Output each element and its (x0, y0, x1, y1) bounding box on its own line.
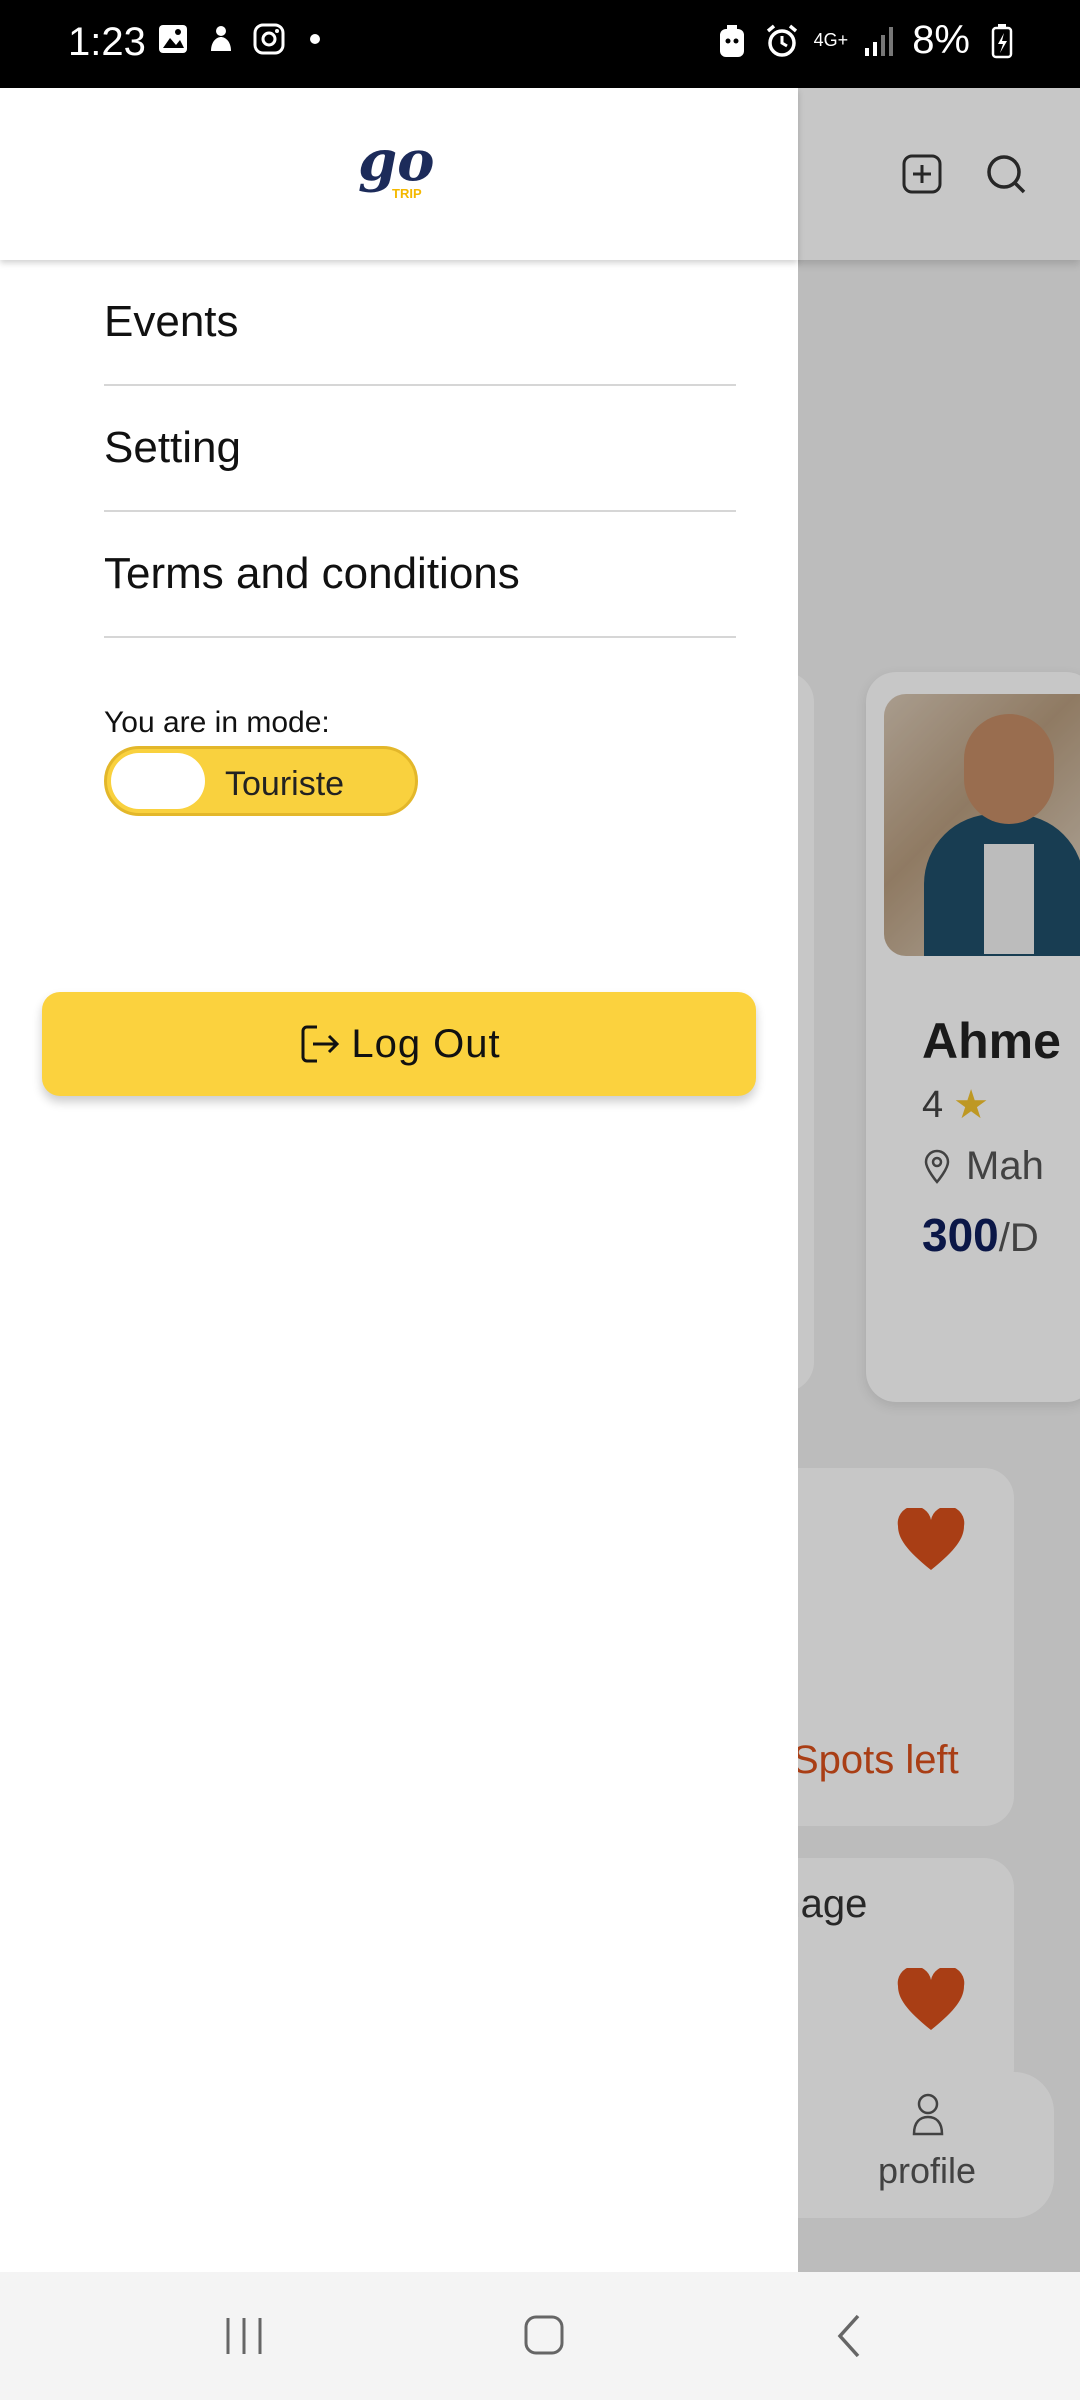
logout-icon (301, 1025, 340, 1063)
instagram-icon (252, 22, 286, 56)
recent-apps-icon[interactable] (214, 2308, 274, 2364)
battery-percent: 8% (912, 18, 970, 62)
menu-item-events[interactable]: Events (104, 260, 736, 386)
status-bar: 1:23 4G+ 8% (0, 0, 1080, 88)
drawer-header: go TRIP (0, 88, 798, 260)
alarm-icon (764, 21, 800, 61)
system-nav-bar (0, 2272, 1080, 2400)
battery-charging-icon (984, 21, 1020, 61)
home-icon[interactable] (514, 2308, 574, 2364)
svg-text:TRIP: TRIP (392, 186, 422, 201)
drawer-menu: Events Setting Terms and conditions (104, 260, 736, 638)
menu-item-setting[interactable]: Setting (104, 386, 736, 512)
mode-label: You are in mode: (104, 706, 330, 739)
signal-icon (862, 21, 898, 61)
menu-item-terms[interactable]: Terms and conditions (104, 512, 736, 638)
back-icon[interactable] (820, 2308, 880, 2364)
toggle-knob[interactable] (111, 753, 205, 809)
svg-text:go: go (358, 128, 435, 194)
dot-icon (310, 34, 320, 44)
logout-label: Log Out (351, 1021, 501, 1066)
logout-button[interactable]: Log Out (42, 992, 756, 1096)
menu-item-label: Events (104, 297, 239, 346)
navigation-drawer: go TRIP Events Setting Terms and conditi… (0, 88, 798, 2272)
status-time: 1:23 (68, 20, 146, 64)
mode-value: Touriste (225, 765, 345, 803)
mode-toggle[interactable]: Touriste (104, 746, 418, 816)
menu-item-label: Terms and conditions (104, 549, 520, 598)
go-trip-logo: go TRIP (358, 128, 435, 201)
gallery-icon (156, 22, 190, 56)
menu-item-label: Setting (104, 423, 241, 472)
network-type: 4G+ (813, 30, 849, 50)
notification-app-icon (204, 22, 238, 56)
battery-saver-icon (714, 21, 750, 61)
